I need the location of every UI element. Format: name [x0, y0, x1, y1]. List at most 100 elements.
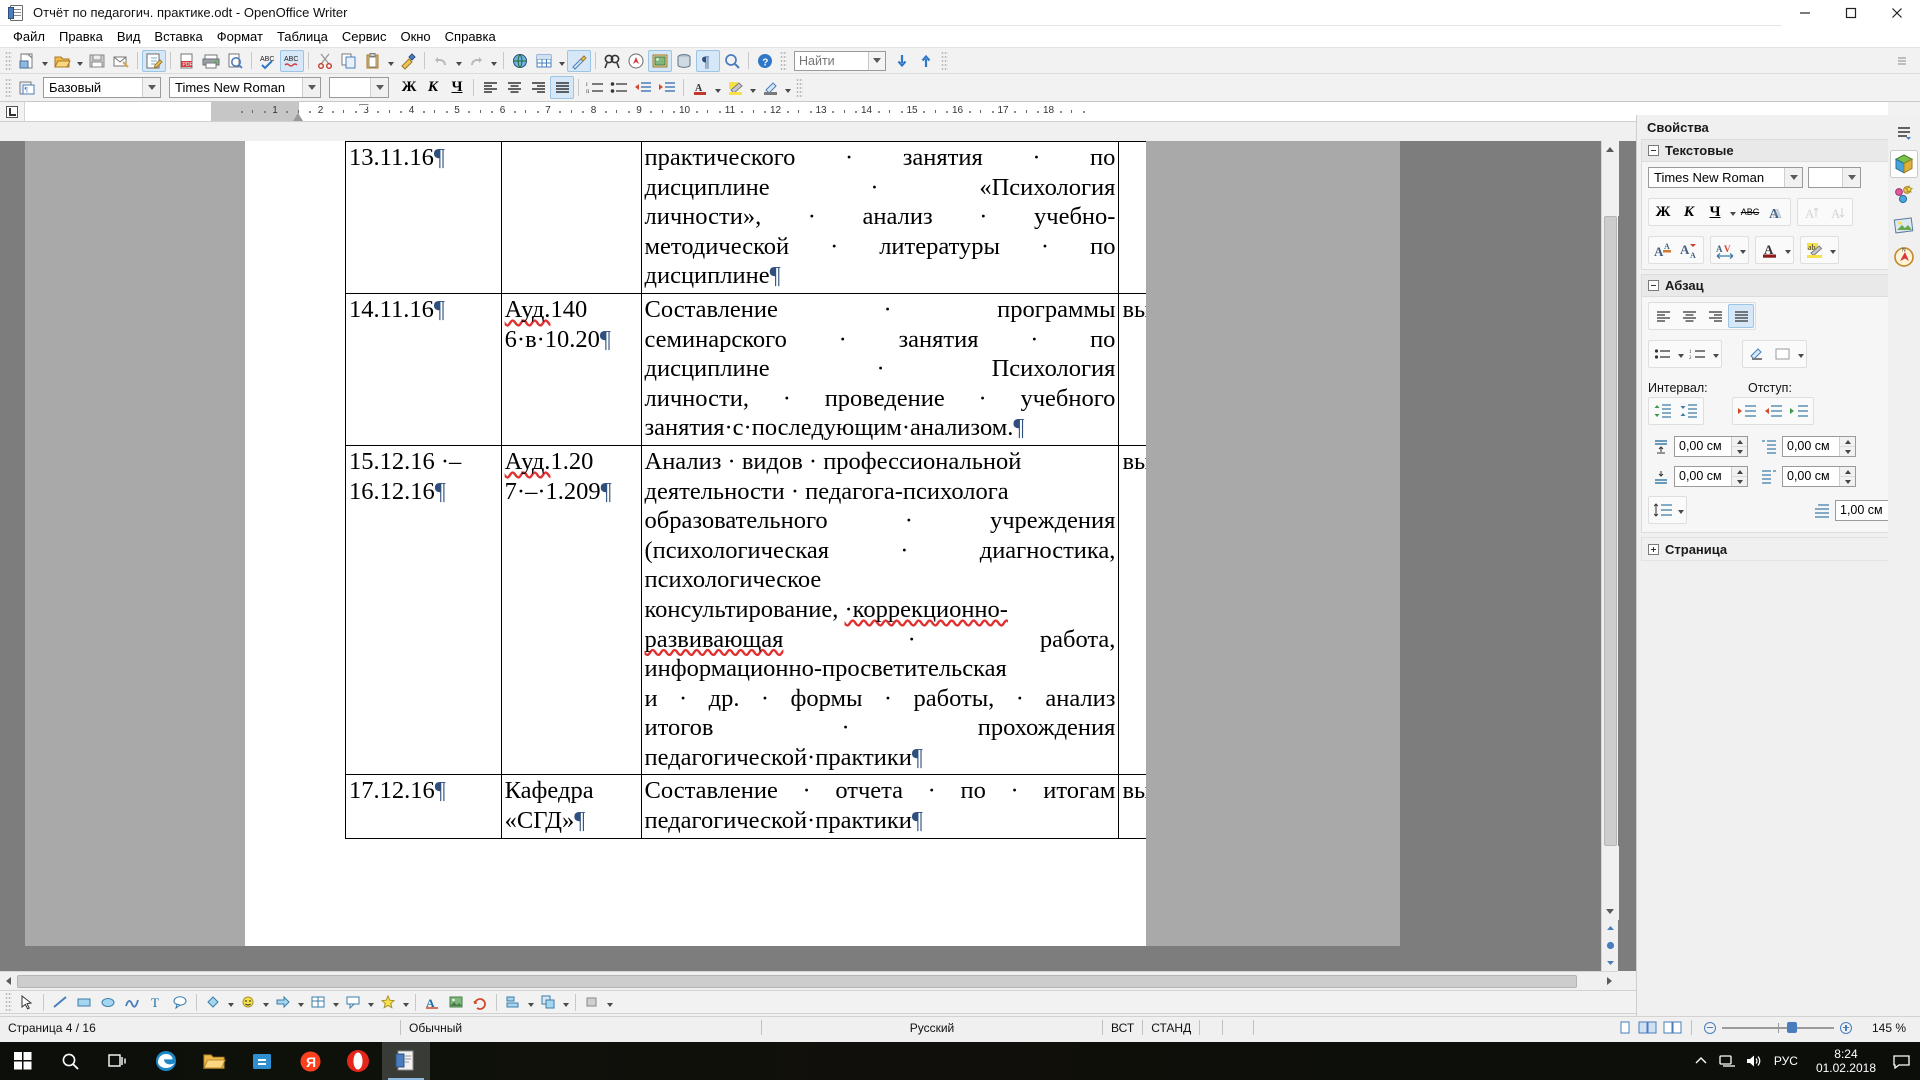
line-icon[interactable] — [48, 991, 72, 1013]
underline-style-dropdown[interactable] — [1728, 200, 1737, 224]
section-header-page[interactable]: Страница — [1642, 538, 1915, 560]
find-replace-icon[interactable] — [600, 50, 624, 72]
menu-format[interactable]: Формат — [210, 27, 270, 46]
undo-dropdown[interactable] — [453, 50, 464, 72]
windows-start-icon[interactable] — [0, 1042, 46, 1080]
clone-formatting-icon[interactable] — [396, 50, 420, 72]
chevron-up-icon[interactable] — [1688, 1042, 1714, 1080]
zoom-level-indicator[interactable]: 145 % — [1858, 1017, 1920, 1039]
gallery-tab-icon[interactable] — [1890, 212, 1918, 240]
menu-file[interactable]: Файл — [6, 27, 52, 46]
navigator-tab-icon[interactable]: N — [1890, 243, 1918, 271]
indent-before-down[interactable] — [1840, 447, 1855, 456]
open-document-icon[interactable] — [50, 50, 74, 72]
volume-icon[interactable] — [1740, 1042, 1766, 1080]
sidebar-italic-button[interactable]: К — [1676, 200, 1702, 224]
styles-tab-icon[interactable] — [1890, 181, 1918, 209]
next-page-button[interactable] — [1602, 954, 1619, 971]
horizontal-scroll-thumb[interactable] — [17, 974, 1577, 988]
zoom-out-icon[interactable] — [1704, 1021, 1716, 1034]
cell-date[interactable]: 17.12.16¶ — [345, 774, 502, 839]
page-indicator[interactable]: Страница 4 / 16 — [0, 1017, 400, 1039]
help-icon[interactable]: ? — [753, 50, 777, 72]
zoom-track[interactable] — [1722, 1021, 1834, 1033]
digital-signature-indicator[interactable] — [1223, 1017, 1253, 1039]
cut-icon[interactable] — [313, 50, 337, 72]
rectangle-icon[interactable] — [72, 991, 96, 1013]
paragraph-background-color-swatch[interactable] — [1770, 342, 1796, 366]
stars-dropdown[interactable] — [400, 991, 411, 1013]
sidebar-align-left-icon[interactable] — [1650, 304, 1676, 328]
stars-icon[interactable] — [376, 991, 400, 1013]
character-spacing-dropdown[interactable] — [1738, 238, 1747, 262]
scroll-right-button[interactable] — [1601, 973, 1618, 990]
sidebar-font-name-combo[interactable]: Times New Roman — [1648, 167, 1803, 188]
selection-mode-indicator[interactable]: СТАНД — [1143, 1017, 1199, 1039]
spacing-below-down[interactable] — [1732, 477, 1747, 486]
data-sources-icon[interactable] — [672, 50, 696, 72]
file-explorer-icon[interactable] — [190, 1042, 238, 1080]
sidebar-decrease-indent-icon[interactable] — [1760, 399, 1786, 423]
unordered-list-dropdown[interactable] — [1676, 342, 1685, 366]
font-color-icon[interactable]: A — [688, 76, 712, 99]
highlighting-icon[interactable] — [723, 76, 747, 99]
toolbar-grip[interactable] — [5, 50, 12, 71]
cell-description[interactable]: Анализ · видов · профессиональной деятел… — [640, 444, 1120, 776]
toolbar-expand-icon[interactable] — [1890, 50, 1914, 72]
find-toolbar-box[interactable] — [794, 50, 886, 71]
scroll-thumb[interactable] — [1603, 215, 1617, 846]
toolbar-end-grip[interactable] — [941, 50, 948, 71]
cell-description[interactable]: Составление · отчета · по · итогам педаг… — [640, 774, 1120, 839]
sidebar-bold-button[interactable]: Ж — [1650, 200, 1676, 224]
sidebar-align-center-icon[interactable] — [1676, 304, 1702, 328]
menu-window[interactable]: Окно — [393, 27, 437, 46]
sidebar-unordered-list-icon[interactable] — [1650, 342, 1676, 366]
table-dropdown[interactable] — [556, 50, 567, 72]
align-left-icon[interactable] — [478, 76, 502, 99]
ellipse-icon[interactable] — [96, 991, 120, 1013]
italic-button[interactable]: К — [421, 76, 445, 99]
menu-insert[interactable]: Вставка — [147, 27, 209, 46]
print-preview-icon[interactable] — [223, 50, 247, 72]
insert-mode-indicator[interactable]: ВСТ — [1103, 1017, 1142, 1039]
search-history-dropdown[interactable] — [868, 51, 885, 70]
alignment-icon[interactable] — [501, 991, 525, 1013]
background-color-dropdown[interactable] — [782, 77, 793, 99]
spacing-above-up[interactable] — [1732, 437, 1747, 447]
sidebar-settings-icon[interactable] — [1890, 119, 1918, 147]
sidebar-increase-indent-icon[interactable] — [1734, 399, 1760, 423]
align-right-icon[interactable] — [526, 76, 550, 99]
network-icon[interactable] — [1714, 1042, 1740, 1080]
expander-icon[interactable] — [1648, 543, 1659, 555]
toolbar-overflow-grip[interactable] — [780, 50, 787, 71]
menu-edit[interactable]: Правка — [52, 27, 110, 46]
paste-icon[interactable] — [361, 50, 385, 72]
font-name-dropdown[interactable] — [302, 78, 320, 97]
save-document-icon[interactable] — [85, 50, 109, 72]
decrease-font-size-icon[interactable]: A — [1825, 200, 1851, 224]
maximize-button[interactable] — [1828, 0, 1874, 26]
sidebar-underline-button[interactable]: Ч — [1702, 200, 1728, 224]
spacing-below-spinner[interactable]: 0,00 см — [1674, 466, 1748, 487]
decrease-indent-icon[interactable] — [631, 76, 655, 99]
autospellcheck-icon[interactable]: ABC — [280, 49, 304, 72]
page-style-indicator[interactable]: Обычный — [401, 1017, 761, 1039]
sidebar-font-size-dropdown[interactable] — [1842, 168, 1860, 187]
print-icon[interactable] — [199, 50, 223, 72]
redo-icon[interactable] — [464, 50, 488, 72]
zoom-knob[interactable] — [1786, 1021, 1797, 1033]
callout-shapes-icon[interactable] — [341, 991, 365, 1013]
undo-icon[interactable] — [429, 50, 453, 72]
increase-paragraph-spacing-icon[interactable] — [1650, 399, 1676, 423]
cell-date[interactable]: 14.11.16¶ — [345, 292, 502, 446]
cell-date[interactable]: 15.12.16 ·– 16.12.16¶ — [345, 444, 502, 776]
increase-font-size-icon[interactable]: A — [1799, 200, 1825, 224]
hyperlink-icon[interactable] — [508, 50, 532, 72]
callout-shapes-dropdown[interactable] — [365, 991, 376, 1013]
spacing-below-up[interactable] — [1732, 467, 1747, 477]
store-icon[interactable] — [238, 1042, 286, 1080]
zoom-icon[interactable] — [720, 50, 744, 72]
arrange-icon[interactable] — [536, 991, 560, 1013]
fontwork-icon[interactable]: A — [420, 991, 444, 1013]
sidebar-font-size-combo[interactable] — [1808, 167, 1861, 188]
